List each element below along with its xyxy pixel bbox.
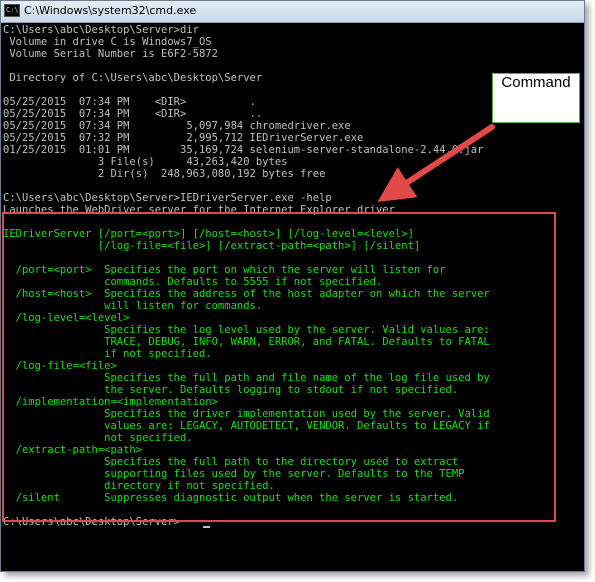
command-callout: Command xyxy=(492,73,580,123)
arrow-line xyxy=(377,124,495,202)
